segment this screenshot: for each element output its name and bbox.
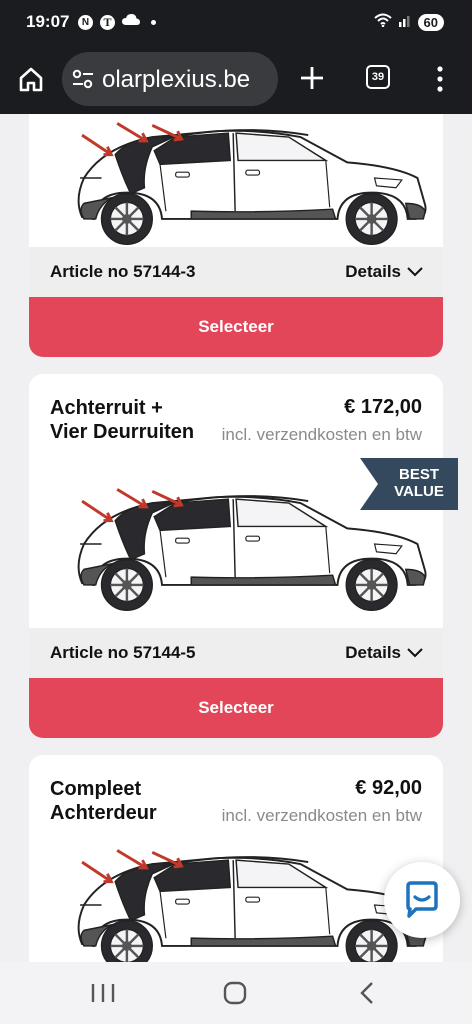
dot-icon — [151, 19, 156, 25]
url-text: olarplexius.be — [102, 66, 251, 93]
recents-icon — [91, 984, 115, 1002]
t-news-icon: T — [100, 14, 115, 30]
details-label: Details — [345, 643, 401, 662]
car-illustration — [77, 121, 427, 246]
chevron-down-icon — [407, 648, 423, 658]
chat-button[interactable] — [384, 862, 460, 938]
article-number: Article no 57144-5 — [50, 643, 196, 662]
product-card: Article no 57144-3 Details Selecteer — [29, 114, 443, 357]
product-card: Achterruit + Vier Deurruiten € 172,00 in… — [29, 374, 443, 738]
back-chevron-icon — [360, 982, 373, 1004]
details-toggle[interactable]: Details — [345, 262, 423, 282]
product-title: Compleet Achterdeur — [50, 778, 157, 824]
product-title: Achterruit + Vier Deurruiten — [50, 397, 195, 443]
home-nav-button[interactable] — [220, 980, 250, 1006]
home-button[interactable] — [16, 64, 46, 94]
product-card: Compleet Achterdeur € 92,00 incl. verzen… — [29, 755, 443, 962]
site-settings-icon[interactable] — [72, 69, 94, 94]
chevron-down-icon — [407, 267, 423, 277]
price-note: incl. verzendkosten en btw — [221, 425, 422, 444]
address-bar[interactable]: olarplexius.be — [62, 52, 278, 106]
system-icons: 60 — [373, 13, 444, 32]
home-icon — [19, 67, 43, 92]
article-bar: Article no 57144-5 Details — [29, 628, 443, 678]
browser-toolbar: olarplexius.be 39 — [0, 46, 472, 114]
badge-label: BEST VALUE — [394, 466, 444, 500]
tab-switcher-button[interactable]: 39 — [366, 65, 390, 89]
cloud-icon — [122, 13, 140, 31]
plus-icon — [301, 67, 323, 89]
car-illustration — [77, 848, 427, 962]
status-time: 19:07 — [26, 12, 70, 31]
article-number: Article no 57144-3 — [50, 262, 196, 281]
notification-icons: N T — [78, 13, 156, 31]
home-circle-icon — [223, 981, 247, 1005]
chat-bubble-icon — [406, 881, 438, 918]
status-bar: 19:07 N T 60 — [0, 0, 472, 46]
select-button[interactable]: Selecteer — [29, 297, 443, 357]
signal-icon — [398, 13, 412, 32]
n-news-icon: N — [78, 14, 93, 30]
new-tab-button[interactable] — [298, 64, 326, 92]
product-price: € 92,00 — [355, 777, 422, 799]
price-note: incl. verzendkosten en btw — [221, 806, 422, 825]
more-vert-icon — [437, 66, 443, 92]
back-button[interactable] — [354, 980, 384, 1006]
article-bar: Article no 57144-3 Details — [29, 247, 443, 297]
select-button[interactable]: Selecteer — [29, 678, 443, 738]
wifi-icon — [373, 13, 392, 32]
product-price: € 172,00 — [344, 396, 422, 418]
details-label: Details — [345, 262, 401, 281]
page-content: Article no 57144-3 Details Selecteer Ach… — [0, 114, 472, 962]
best-value-badge: BEST VALUE — [360, 458, 458, 510]
more-menu-button[interactable] — [433, 65, 447, 93]
system-nav-bar — [0, 962, 472, 1024]
details-toggle[interactable]: Details — [345, 643, 423, 663]
battery-icon: 60 — [417, 14, 444, 31]
recents-button[interactable] — [88, 980, 118, 1006]
